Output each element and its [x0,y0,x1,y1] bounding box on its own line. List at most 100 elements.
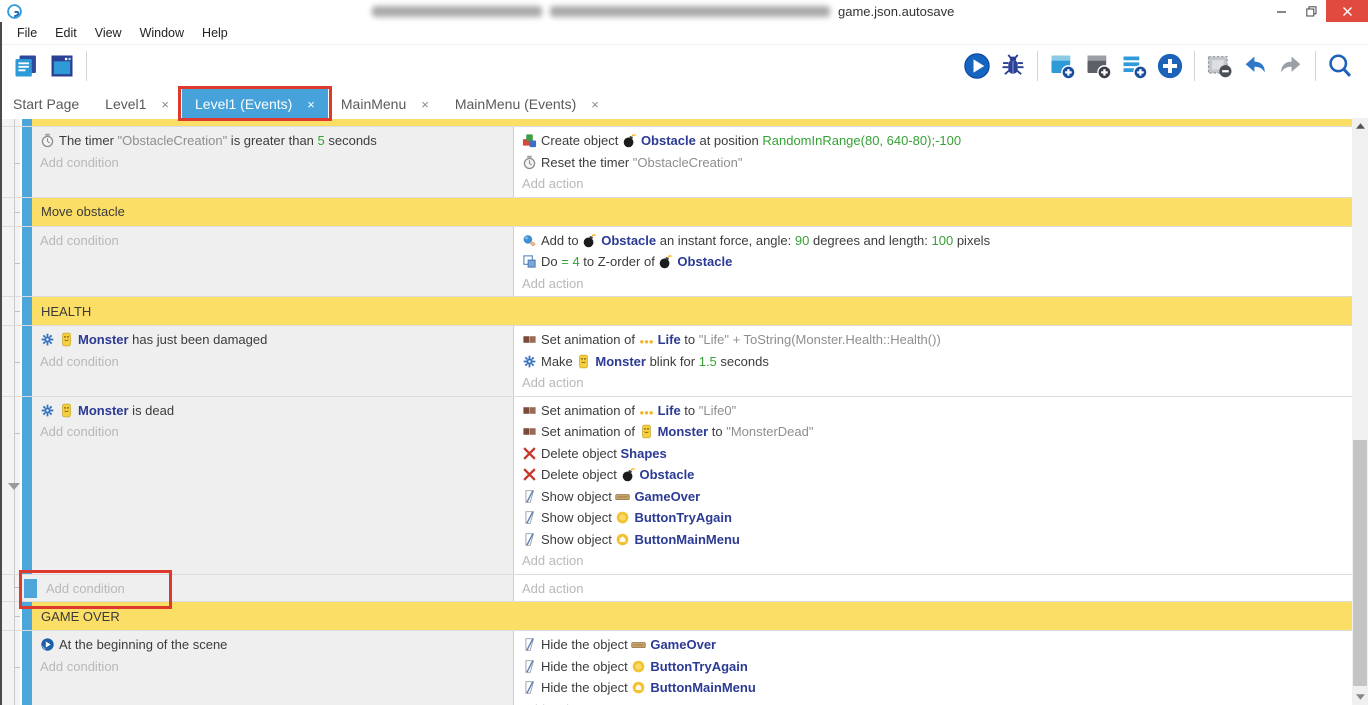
group-header[interactable]: GAME OVER [32,602,1368,630]
tree-tick [15,163,20,164]
condition-line[interactable]: At the beginning of the scene [40,634,505,656]
condition-line[interactable]: Monster is dead [40,400,505,422]
vertical-scrollbar[interactable] [1352,118,1368,705]
event-bar[interactable] [22,326,32,396]
action-line[interactable]: Set animation of Life to "Life" + ToStri… [522,329,1360,351]
actions-cell[interactable]: Hide the object GameOverHide the object … [513,631,1368,705]
event-row[interactable]: Add condition Add to Obstacle an instant … [0,227,1368,298]
scroll-up-arrow[interactable] [1352,118,1368,134]
event-bar[interactable] [22,631,32,705]
action-line[interactable]: Show object ButtonTryAgain [522,507,1360,529]
group-row[interactable]: Move obstacle [0,198,1368,227]
add-new-button[interactable] [1155,51,1185,81]
action-line[interactable]: Do = 4 to Z-order of Obstacle [522,251,1360,273]
tab-level1-events-[interactable]: Level1 (Events)× [182,89,328,119]
scene-editor-button[interactable] [47,51,77,81]
undo-button[interactable] [1240,51,1270,81]
event-row[interactable]: The timer "ObstacleCreation" is greater … [0,127,1368,198]
action-line[interactable]: Hide the object ButtonMainMenu [522,677,1360,699]
condition-line[interactable]: Monster has just been damaged [40,329,505,351]
tab-start-page[interactable]: Start Page [0,89,92,119]
condition-line[interactable]: The timer "ObstacleCreation" is greater … [40,130,505,152]
scrollbar-thumb[interactable] [1353,440,1367,686]
menu-file[interactable]: File [8,26,46,40]
conditions-cell[interactable]: Monster has just been damagedAdd conditi… [32,326,513,396]
empty-event-row[interactable]: Add condition Add action [0,575,1368,603]
add-scene-button[interactable] [1047,51,1077,81]
add-condition-button[interactable]: Add condition [40,230,505,252]
tab-mainmenu[interactable]: MainMenu× [328,89,442,119]
action-line[interactable]: Hide the object GameOver [522,634,1360,656]
group-header[interactable]: HEALTH [32,297,1368,325]
event-bar[interactable] [22,127,32,197]
tab-level1[interactable]: Level1× [92,89,182,119]
group-row[interactable]: GAME OVER [0,602,1368,631]
menu-help[interactable]: Help [193,26,237,40]
menu-window[interactable]: Window [131,26,193,40]
action-line[interactable]: Set animation of Monster to "MonsterDead… [522,421,1360,443]
event-row[interactable]: At the beginning of the sceneAdd conditi… [0,631,1368,705]
event-row[interactable]: Monster is deadAdd conditionSet animatio… [0,397,1368,575]
action-line[interactable]: Delete object Shapes [522,443,1360,465]
actions-cell[interactable]: Add action [513,575,1368,602]
event-bar[interactable] [22,397,32,574]
project-manager-button[interactable] [11,51,41,81]
tab-mainmenu-events-[interactable]: MainMenu (Events)× [442,89,612,119]
add-condition-button[interactable]: Add condition [40,421,505,443]
group-row[interactable]: HEALTH [0,297,1368,326]
tab-close-icon[interactable]: × [161,97,169,112]
group-header[interactable]: Move obstacle [32,198,1368,226]
add-action-button[interactable]: Add action [522,699,1360,705]
restore-button[interactable] [1296,0,1326,22]
menu-edit[interactable]: Edit [46,26,86,40]
add-condition-button[interactable]: Add condition [46,578,125,600]
text-segment: 5 [318,133,325,148]
conditions-cell[interactable]: Monster is deadAdd condition [32,397,513,574]
action-line[interactable]: Reset the timer "ObstacleCreation" [522,152,1360,174]
actions-cell[interactable]: Set animation of Life to "Life" + ToStri… [513,326,1368,396]
conditions-cell[interactable]: At the beginning of the sceneAdd conditi… [32,631,513,705]
action-line[interactable]: Delete object Obstacle [522,464,1360,486]
menu-view[interactable]: View [86,26,131,40]
insert-arrow-icon [8,483,20,490]
actions-cell[interactable]: Create object Obstacle at position Rando… [513,127,1368,197]
add-action-button[interactable]: Add action [522,578,1360,600]
scroll-down-arrow[interactable] [1352,689,1368,705]
add-action-button[interactable]: Add action [522,372,1360,394]
minimize-button[interactable] [1266,0,1296,22]
add-condition-button[interactable]: Add condition [40,351,505,373]
tab-close-icon[interactable]: × [421,97,429,112]
play-button[interactable] [962,51,992,81]
conditions-cell[interactable]: Add condition [20,575,513,602]
add-action-button[interactable]: Add action [522,550,1360,572]
action-line[interactable]: Make Monster blink for 1.5 seconds [522,351,1360,373]
event-bar[interactable] [24,579,37,598]
search-button[interactable] [1325,51,1355,81]
action-line[interactable]: Show object ButtonMainMenu [522,529,1360,551]
add-action-button[interactable]: Add action [522,173,1360,195]
action-line[interactable]: Show object GameOver [522,486,1360,508]
add-condition-button[interactable]: Add condition [40,656,505,678]
action-line[interactable]: Hide the object ButtonTryAgain [522,656,1360,678]
add-condition-button[interactable]: Add condition [40,152,505,174]
event-bar[interactable] [22,227,32,297]
tree-tick [15,667,20,668]
conditions-cell[interactable]: The timer "ObstacleCreation" is greater … [32,127,513,197]
actions-cell[interactable]: Set animation of Life to "Life0"Set anim… [513,397,1368,574]
add-external-layout-button[interactable] [1119,51,1149,81]
action-line[interactable]: Add to Obstacle an instant force, angle:… [522,230,1360,252]
conditions-cell[interactable]: Add condition [32,227,513,297]
text-segment: at position [696,133,763,148]
tab-close-icon[interactable]: × [591,97,599,112]
debug-button[interactable] [998,51,1028,81]
add-action-button[interactable]: Add action [522,273,1360,295]
action-line[interactable]: Create object Obstacle at position Rando… [522,130,1360,152]
redo-button[interactable] [1276,51,1306,81]
actions-cell[interactable]: Add to Obstacle an instant force, angle:… [513,227,1368,297]
tab-close-icon[interactable]: × [307,97,315,112]
close-button[interactable] [1326,0,1368,22]
add-external-events-button[interactable] [1083,51,1113,81]
event-row[interactable]: Monster has just been damagedAdd conditi… [0,326,1368,397]
action-line[interactable]: Set animation of Life to "Life0" [522,400,1360,422]
image-remove-button[interactable] [1204,51,1234,81]
